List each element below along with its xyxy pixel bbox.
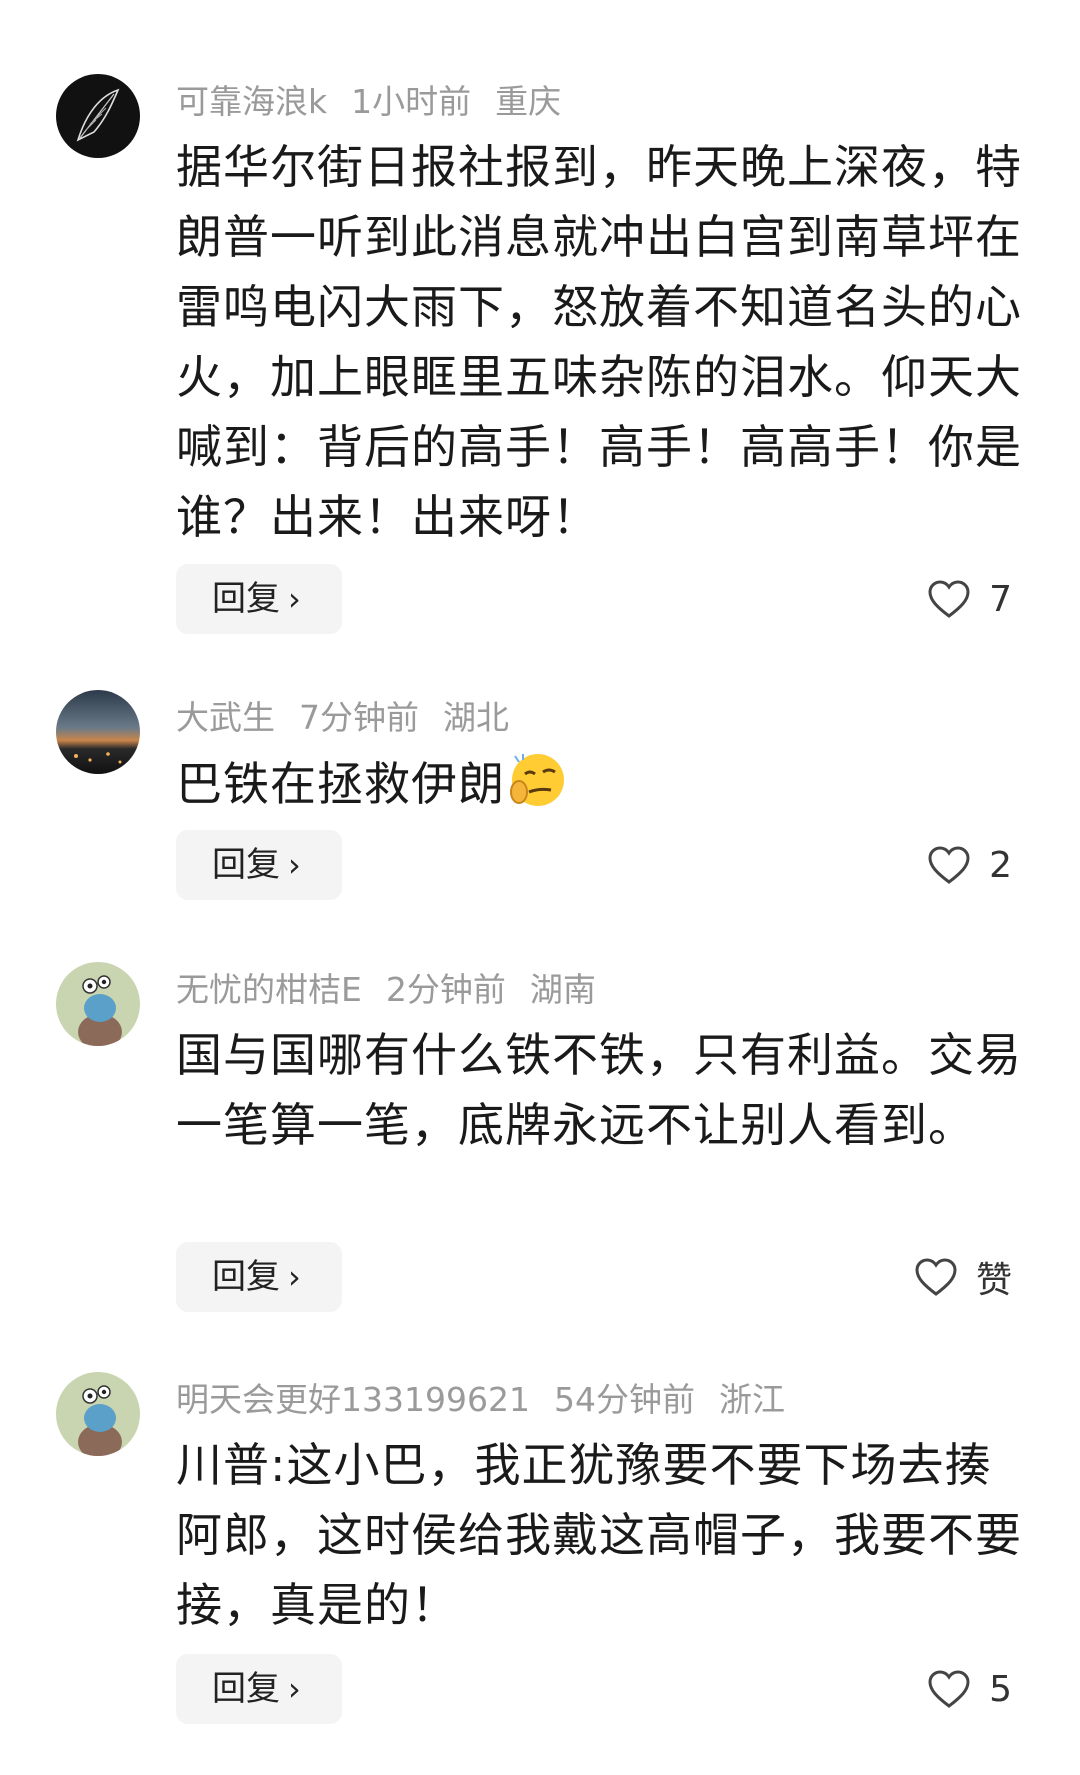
reply-button[interactable]: 回复 › [176,564,342,634]
comment-text: 巴铁在拯救伊朗 [176,757,505,811]
username[interactable]: 明天会更好133199621 [176,1380,530,1419]
comment-time: 7分钟前 [299,698,419,737]
reply-label: 回复 [212,1257,280,1297]
username[interactable]: 大武生 [176,698,275,737]
reply-button[interactable]: 回复 › [176,1242,342,1312]
chevron-right-icon: › [288,1258,301,1296]
user-avatar[interactable] [56,962,140,1046]
comment-meta: 明天会更好133199621 54分钟前 浙江 [176,1378,809,1422]
like-count: 5 [989,1668,1012,1710]
comment-meta: 可靠海浪k 1小时前 重庆 [176,80,585,124]
user-avatar[interactable] [56,1372,140,1456]
comment-text: 国与国哪有什么铁不铁，只有利益。交易一笔算一笔，底牌永远不让别人看到。 [176,1028,1022,1152]
smirk-thinking-emoji-icon [510,754,564,806]
heart-outline-icon [928,846,970,884]
reply-label: 回复 [212,845,280,885]
comment-text: 据华尔街日报社报到，昨天晚上深夜，特朗普一听到此消息就冲出白宫到南草坪在雷鸣电闪… [176,140,1022,544]
comment-location: 湖南 [529,970,596,1009]
night-landscape-avatar-icon [56,690,140,774]
comment-time: 54分钟前 [553,1380,695,1419]
heart-outline-icon [915,1258,957,1296]
heart-outline-icon [928,580,970,618]
comment-location: 浙江 [718,1380,785,1419]
like-count: 2 [989,844,1012,886]
comment-meta: 无忧的柑桔E 2分钟前 湖南 [176,968,620,1012]
reply-label: 回复 [212,579,280,619]
like-count: 赞 [975,1260,1012,1301]
user-avatar[interactable] [56,690,140,774]
username[interactable]: 可靠海浪k [176,82,327,121]
cartoon-bird-avatar-icon [56,962,140,1046]
user-avatar[interactable] [56,74,140,158]
comment-time: 1小时前 [351,82,472,121]
reply-label: 回复 [212,1669,280,1709]
like-button[interactable]: 5 [927,1654,1012,1724]
cartoon-bird-avatar-icon [56,1372,140,1456]
feather-avatar-icon [56,74,140,158]
reply-button[interactable]: 回复 › [176,1654,342,1724]
comment-text-wrap: 巴铁在拯救伊朗 [176,748,1026,819]
like-button[interactable]: 2 [927,830,1012,900]
reply-button[interactable]: 回复 › [176,830,342,900]
username[interactable]: 无忧的柑桔E [176,970,362,1009]
comment-location: 重庆 [495,82,562,121]
like-count: 7 [989,578,1012,620]
comment-location: 湖北 [443,698,509,737]
like-button[interactable]: 赞 [914,1242,1012,1312]
comment-time: 2分钟前 [385,970,506,1009]
comment-text: 川普:这小巴，我正犹豫要不要下场去揍阿郎，这时侯给我戴这高帽子，我要不要接，真是… [176,1438,1022,1632]
comment-meta: 大武生 7分钟前 湖北 [176,696,533,740]
chevron-right-icon: › [288,846,301,884]
chevron-right-icon: › [288,580,301,618]
heart-outline-icon [928,1670,970,1708]
like-button[interactable]: 7 [927,564,1012,634]
chevron-right-icon: › [288,1670,301,1708]
